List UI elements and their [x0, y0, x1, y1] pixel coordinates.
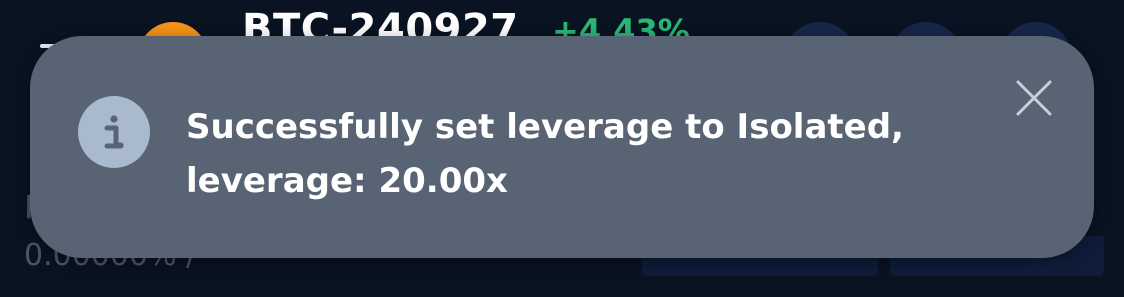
- close-icon[interactable]: [1012, 76, 1056, 120]
- info-icon: [78, 96, 150, 168]
- toast-message: Successfully set leverage to Isolated, l…: [186, 107, 904, 201]
- toast-notification: Successfully set leverage to Isolated, l…: [30, 36, 1094, 258]
- app-screen: BTC-240927 +4.43% F 0.00000% / - Success…: [0, 0, 1124, 297]
